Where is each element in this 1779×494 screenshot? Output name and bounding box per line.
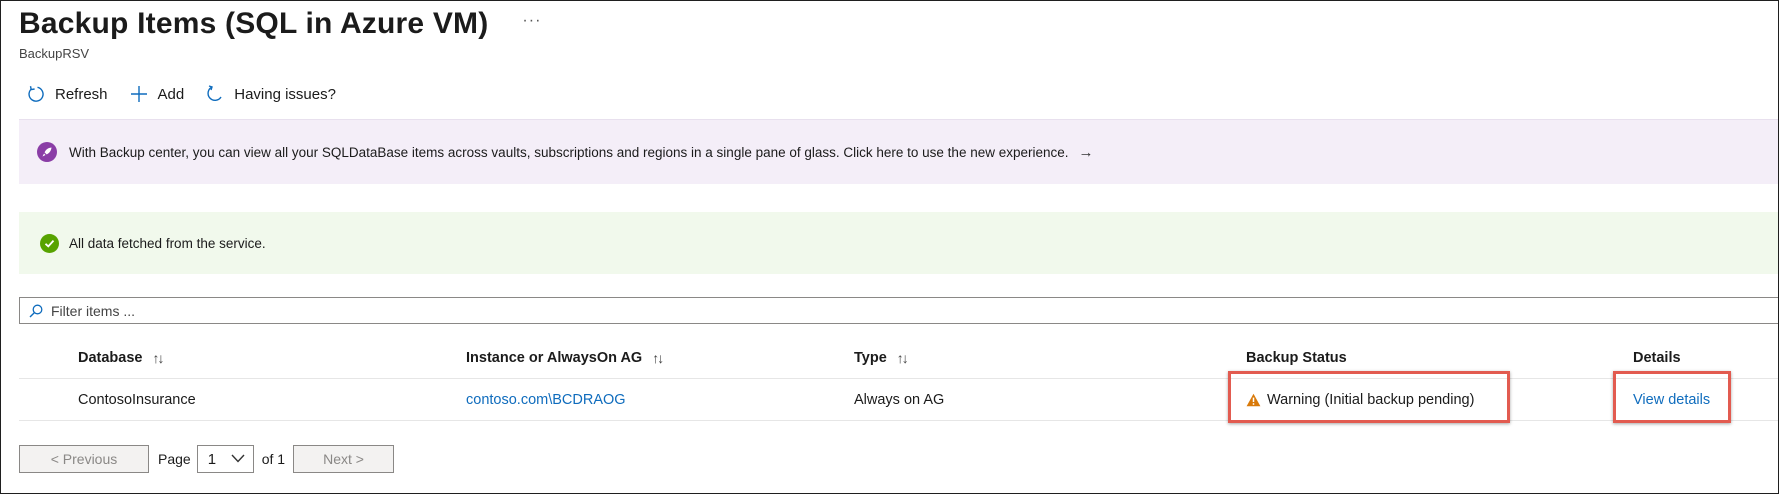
sort-icon[interactable]: ↑↓ [652,350,664,366]
refresh-label: Refresh [55,85,108,103]
status-message: All data fetched from the service. [69,235,266,251]
filter-box[interactable] [19,297,1778,324]
database-cell: ContosoInsurance [78,391,196,408]
more-options-icon[interactable]: ··· [522,12,541,30]
chevron-down-icon [231,454,245,463]
filter-input[interactable] [49,298,1778,323]
column-label: Type [854,349,887,366]
highlight-backup-status [1228,371,1510,423]
status-banner: All data fetched from the service. [19,212,1778,274]
column-label: Instance or AlwaysOn AG [466,349,643,366]
column-label: Database [78,349,143,366]
page-title: Backup Items (SQL in Azure VM) [19,7,489,40]
page-count: of 1 [261,451,286,467]
sort-icon[interactable]: ↑↓ [897,350,909,366]
page-value: 1 [207,450,217,468]
search-icon [29,304,43,317]
banner-message: With Backup center, you can view all you… [69,144,1069,160]
table-header: Database ↑↓ Instance or AlwaysOn AG ↑↓ T… [19,337,1778,379]
title-row: Backup Items (SQL in Azure VM) ··· [19,7,541,41]
add-label: Add [157,85,185,103]
sort-icon[interactable]: ↑↓ [152,350,164,366]
column-label: Backup Status [1246,349,1347,366]
vault-name: BackupRSV [19,46,90,61]
command-bar: Refresh Add Having issues? [27,85,358,103]
backup-items-table: Database ↑↓ Instance or AlwaysOn AG ↑↓ T… [19,337,1778,421]
add-button[interactable]: Add [130,85,185,103]
next-page-button[interactable]: Next > [293,445,395,473]
column-header-type[interactable]: Type ↑↓ [854,337,909,378]
column-label: Details [1633,349,1681,366]
backup-center-banner[interactable]: With Backup center, you can view all you… [19,119,1778,184]
highlight-view-details [1613,371,1731,423]
type-cell: Always on AG [854,391,945,408]
instance-link[interactable]: contoso.com\BCDRAOG [466,379,626,420]
rocket-icon [37,142,57,162]
plus-icon [130,86,147,102]
previous-page-button[interactable]: < Previous [19,445,149,473]
feedback-icon [207,85,222,101]
column-header-database[interactable]: Database ↑↓ [78,337,164,378]
page-select[interactable]: 1 [196,445,254,473]
refresh-icon [28,86,44,102]
check-circle-icon [40,233,59,253]
pagination: < Previous Page 1 of 1 Next > [19,445,395,473]
having-issues-label: Having issues? [234,85,336,103]
table-row[interactable]: ContosoInsurance contoso.com\BCDRAOG Alw… [19,379,1778,421]
page-label: Page [158,451,191,467]
column-header-instance[interactable]: Instance or AlwaysOn AG ↑↓ [466,337,664,378]
arrow-right-icon: → [1078,143,1094,161]
refresh-button[interactable]: Refresh [27,85,108,103]
having-issues-button[interactable]: Having issues? [206,85,336,103]
backup-items-blade: Backup Items (SQL in Azure VM) ··· Backu… [0,0,1779,494]
